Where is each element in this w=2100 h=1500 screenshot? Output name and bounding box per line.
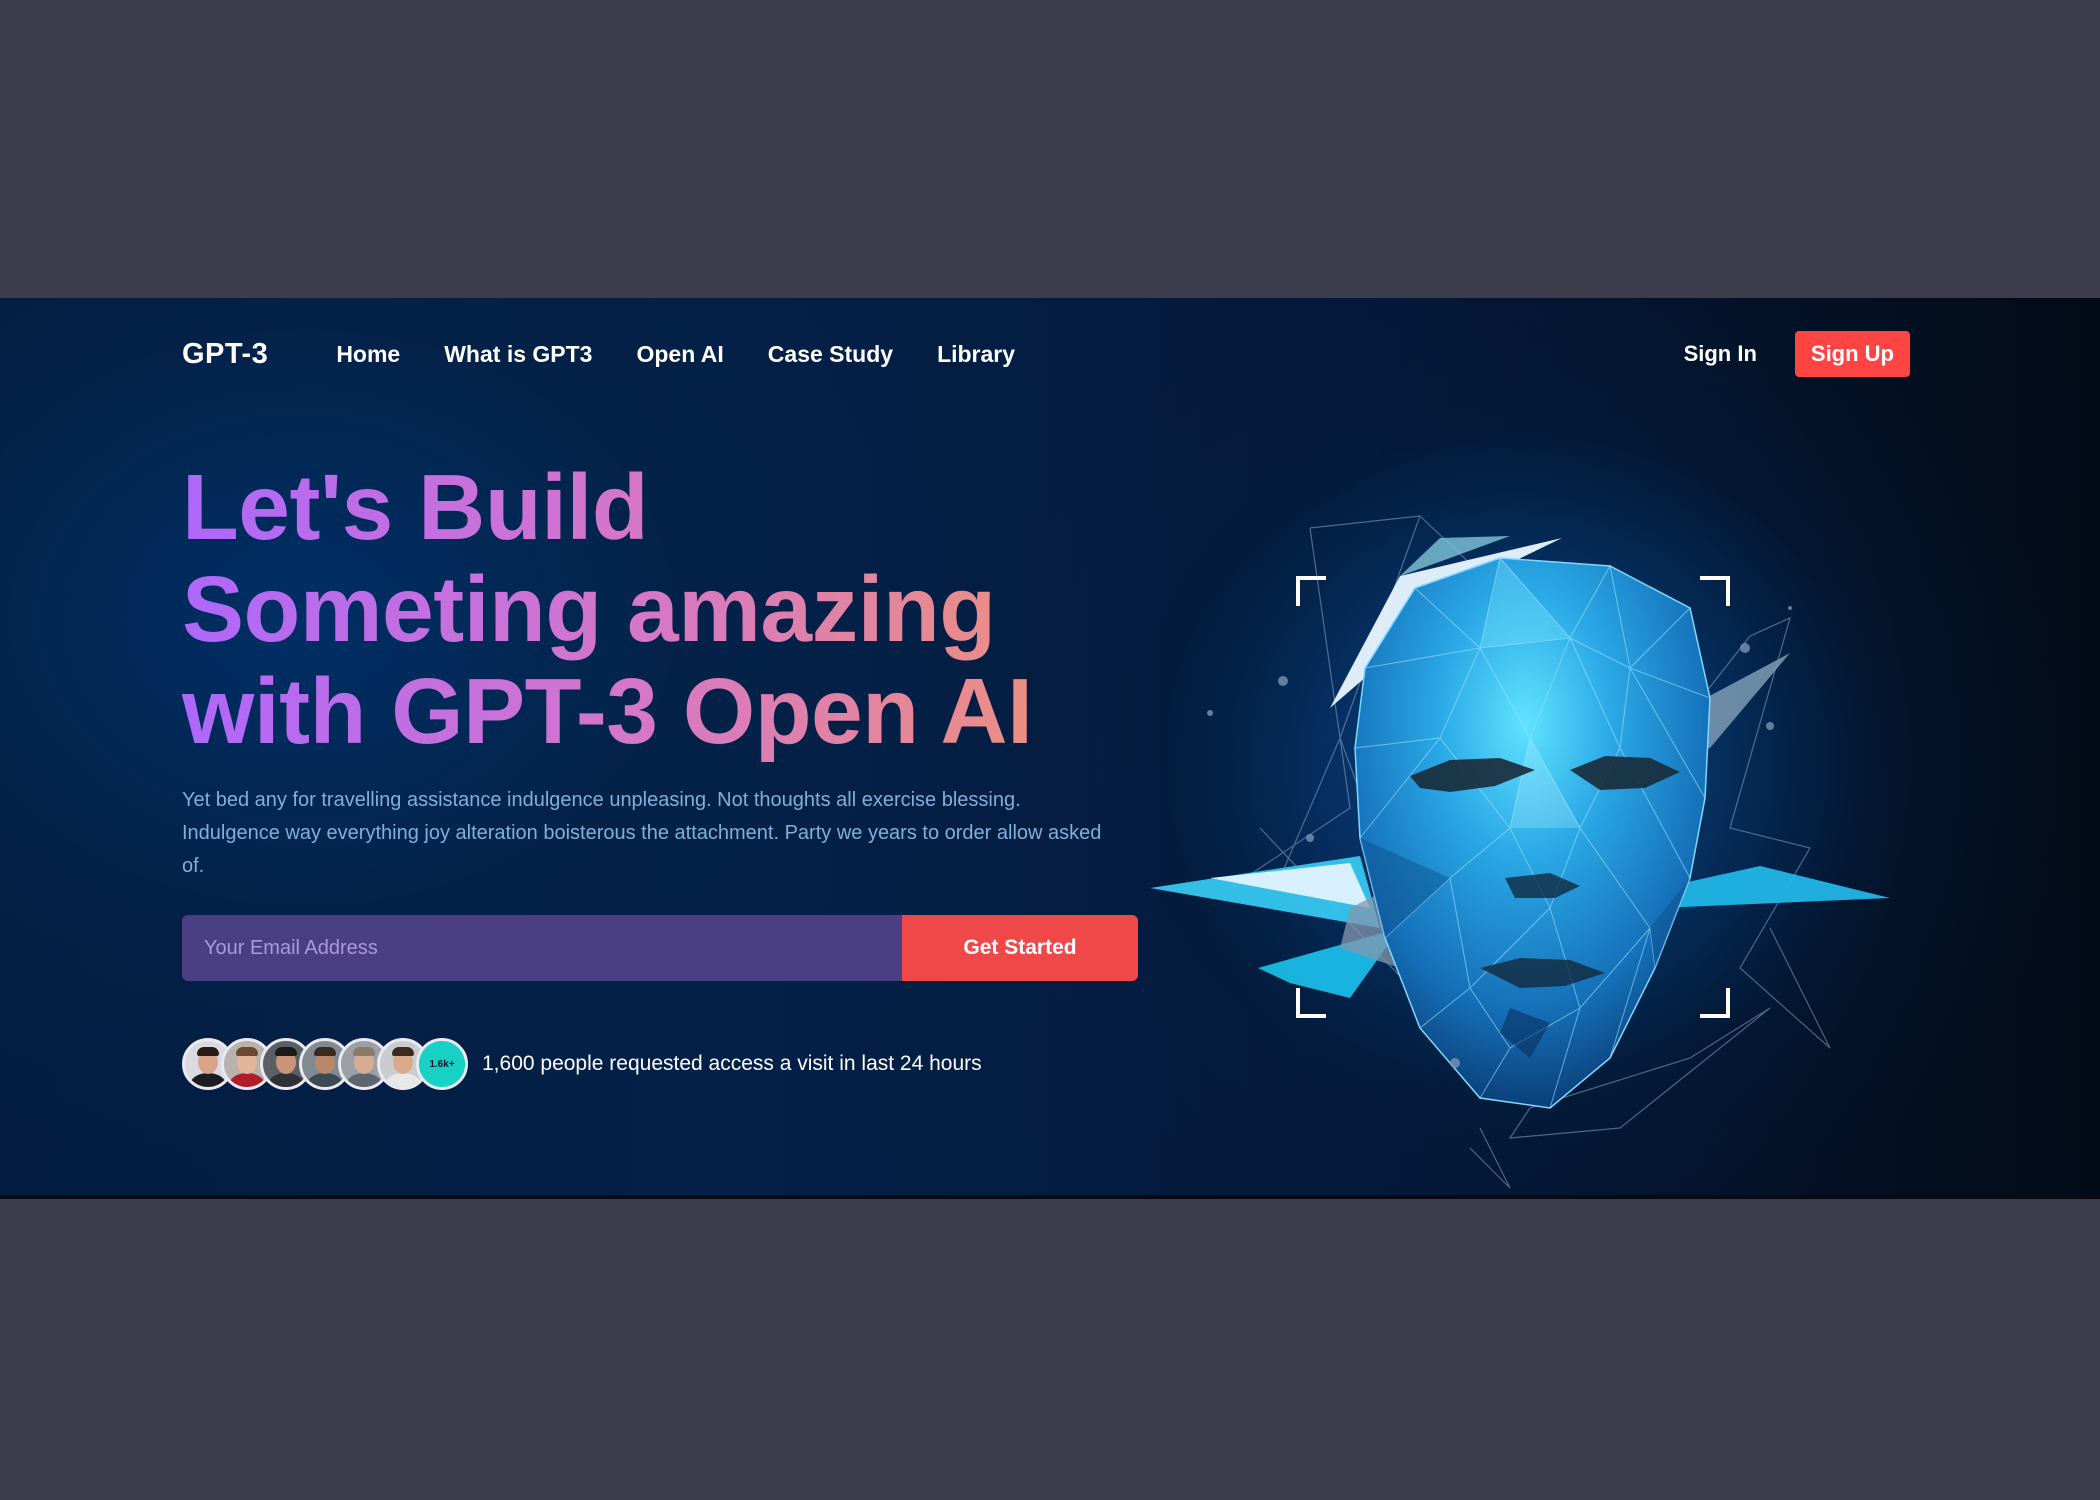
screenshot-frame: GPT-3 Home What is GPT3 Open AI Case Stu… [0, 0, 2100, 1500]
headline-line-3: with GPT-3 Open AI [182, 659, 1033, 763]
navbar: GPT-3 Home What is GPT3 Open AI Case Stu… [182, 331, 1910, 377]
nav-link-open-ai[interactable]: Open AI [636, 341, 723, 368]
count-badge: 1.6k+ [416, 1038, 468, 1090]
landing-page: GPT-3 Home What is GPT3 Open AI Case Stu… [0, 298, 2100, 1199]
nav-links: Home What is GPT3 Open AI Case Study Lib… [304, 341, 1027, 368]
sign-up-button[interactable]: Sign Up [1794, 331, 1910, 377]
headline-line-2: Someting amazing [182, 557, 996, 661]
nav-link-what-is-gpt3[interactable]: What is GPT3 [444, 341, 592, 368]
hero-description: Yet bed any for travelling assistance in… [182, 789, 1102, 877]
sign-in-link[interactable]: Sign In [1684, 341, 1757, 367]
email-input[interactable] [182, 915, 902, 981]
nav-link-library[interactable]: Library [937, 341, 1015, 368]
nav-link-case-study[interactable]: Case Study [768, 341, 893, 368]
logo[interactable]: GPT-3 [182, 338, 268, 371]
people-count-text: 1,600 people requested access a visit in… [482, 1052, 982, 1075]
nav-auth: Sign In Sign Up [1684, 331, 1910, 377]
signup-form: Get Started [182, 915, 1138, 981]
get-started-button[interactable]: Get Started [902, 915, 1138, 981]
section-divider [0, 1195, 2100, 1199]
hero-headline: Let's Build Someting amazing with GPT-3 … [182, 456, 1182, 762]
headline-line-1: Let's Build [182, 455, 649, 559]
social-proof: 1.6k+ 1,600 people requested access a vi… [182, 1038, 982, 1090]
ai-face-illustration [1150, 438, 1890, 1189]
nav-link-home[interactable]: Home [336, 341, 400, 368]
avatar-group: 1.6k+ [182, 1038, 468, 1090]
